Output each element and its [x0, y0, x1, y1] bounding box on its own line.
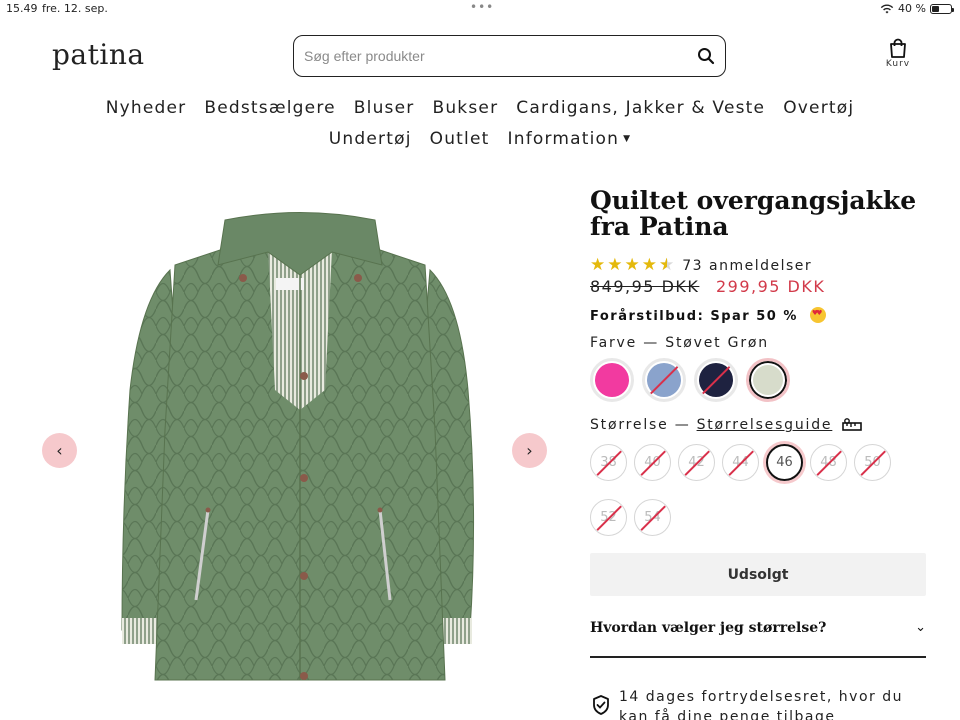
size-option[interactable]: 40 — [634, 444, 671, 481]
color-swatches — [590, 358, 790, 402]
size-option[interactable]: 44 — [722, 444, 759, 481]
size-option[interactable]: 48 — [810, 444, 847, 481]
color-swatch-pink[interactable] — [590, 358, 634, 402]
next-image-button[interactable]: › — [512, 433, 547, 468]
jacket-image — [121, 212, 475, 681]
return-policy-text: 14 dages fortrydelsesret, hvor du kan få… — [619, 689, 903, 720]
nav-item-nyheder[interactable]: Nyheder — [106, 98, 187, 118]
multitasking-dots[interactable]: ••• — [470, 0, 494, 14]
heart-eyes-emoji-icon — [809, 307, 826, 323]
chevron-down-icon: ⌄ — [915, 620, 926, 635]
shield-check-icon — [593, 695, 609, 715]
logo[interactable]: patina — [52, 38, 145, 71]
color-swatch-navy[interactable] — [694, 358, 738, 402]
nav-item-bedstsaelgere[interactable]: Bedstsælgere — [204, 98, 335, 118]
status-bar: 15.49 fre. 12. sep. ••• 40 % — [0, 0, 960, 18]
size-option[interactable]: 42 — [678, 444, 715, 481]
caret-down-icon: ▼ — [623, 134, 632, 144]
color-label: Farve — Støvet Grøn — [590, 335, 769, 351]
previous-image-button[interactable]: ‹ — [42, 433, 77, 468]
nav-item-information[interactable]: Information ▼ — [508, 129, 632, 149]
sale-price: 299,95 DKK — [715, 277, 826, 296]
size-label: Størrelse — — [590, 417, 691, 433]
half-star-icon: ★ ★ — [659, 255, 675, 275]
main-nav-row-2: Undertøj Outlet Information ▼ — [0, 129, 960, 149]
star-icon: ★ — [607, 255, 623, 275]
status-right: 40 % — [880, 2, 954, 15]
nav-item-information-label: Information — [507, 129, 620, 149]
size-option[interactable]: 52 — [590, 499, 627, 536]
accordion-label: Hvordan vælger jeg størrelse? — [590, 620, 827, 636]
size-value: 46 — [776, 455, 793, 470]
search-bar — [293, 35, 726, 77]
review-count[interactable]: 73 anmeldelser — [682, 258, 812, 274]
product-title: Quiltet overgangsjakke fra Patina — [590, 186, 917, 241]
size-option[interactable]: 38 — [590, 444, 627, 481]
status-date: fre. 12. sep. — [42, 2, 108, 15]
offer-label: Forårstilbud: Spar 50 % — [590, 309, 798, 324]
size-option-selected[interactable]: 46 — [766, 444, 803, 481]
star-icon: ★ — [624, 255, 640, 275]
search-icon[interactable] — [697, 47, 715, 65]
color-swatch-light-blue[interactable] — [642, 358, 686, 402]
status-time: 15.49 — [6, 2, 38, 15]
rating-row[interactable]: ★ ★ ★ ★ ★ ★ 73 anmeldelser — [590, 257, 812, 274]
cart-button[interactable]: Kurv — [880, 38, 916, 69]
main-nav-row-1: Nyheder Bedstsælgere Bluser Bukser Cardi… — [0, 98, 960, 118]
chevron-right-icon: › — [526, 441, 533, 460]
size-option[interactable]: 50 — [854, 444, 891, 481]
size-label-row: Størrelse — Størrelsesguide — [590, 417, 863, 433]
old-price: 849,95 DKK — [590, 277, 700, 296]
nav-item-overtoej[interactable]: Overtøj — [783, 98, 854, 118]
nav-item-bluser[interactable]: Bluser — [354, 98, 415, 118]
cart-label: Kurv — [885, 59, 911, 69]
shopping-bag-icon — [890, 38, 906, 58]
price-row: 849,95 DKK 299,95 DKK — [590, 277, 825, 296]
search-input[interactable] — [304, 46, 684, 66]
nav-item-bukser[interactable]: Bukser — [432, 98, 498, 118]
color-swatch-dusty-green[interactable] — [746, 358, 790, 402]
size-options: 38 40 42 44 46 48 50 52 54 — [590, 444, 910, 536]
star-icon: ★ — [590, 255, 606, 275]
wifi-icon — [880, 4, 894, 13]
sold-out-button[interactable]: Udsolgt — [590, 553, 926, 596]
star-icon: ★ — [641, 255, 657, 275]
chevron-left-icon: ‹ — [56, 441, 63, 460]
nav-item-outlet[interactable]: Outlet — [430, 129, 490, 149]
size-option[interactable]: 54 — [634, 499, 671, 536]
nav-item-cardigans[interactable]: Cardigans, Jakker & Veste — [516, 98, 765, 118]
battery-icon — [930, 3, 954, 14]
product-image[interactable] — [100, 190, 500, 700]
offer-text: Forårstilbud: Spar 50 % — [590, 307, 826, 324]
size-guide-link[interactable]: Størrelsesguide — [697, 417, 833, 433]
size-help-accordion[interactable]: Hvordan vælger jeg størrelse? ⌄ — [590, 606, 926, 658]
ruler-icon[interactable] — [842, 418, 863, 432]
nav-item-undertoej[interactable]: Undertøj — [329, 129, 412, 149]
battery-percent: 40 % — [898, 2, 926, 15]
